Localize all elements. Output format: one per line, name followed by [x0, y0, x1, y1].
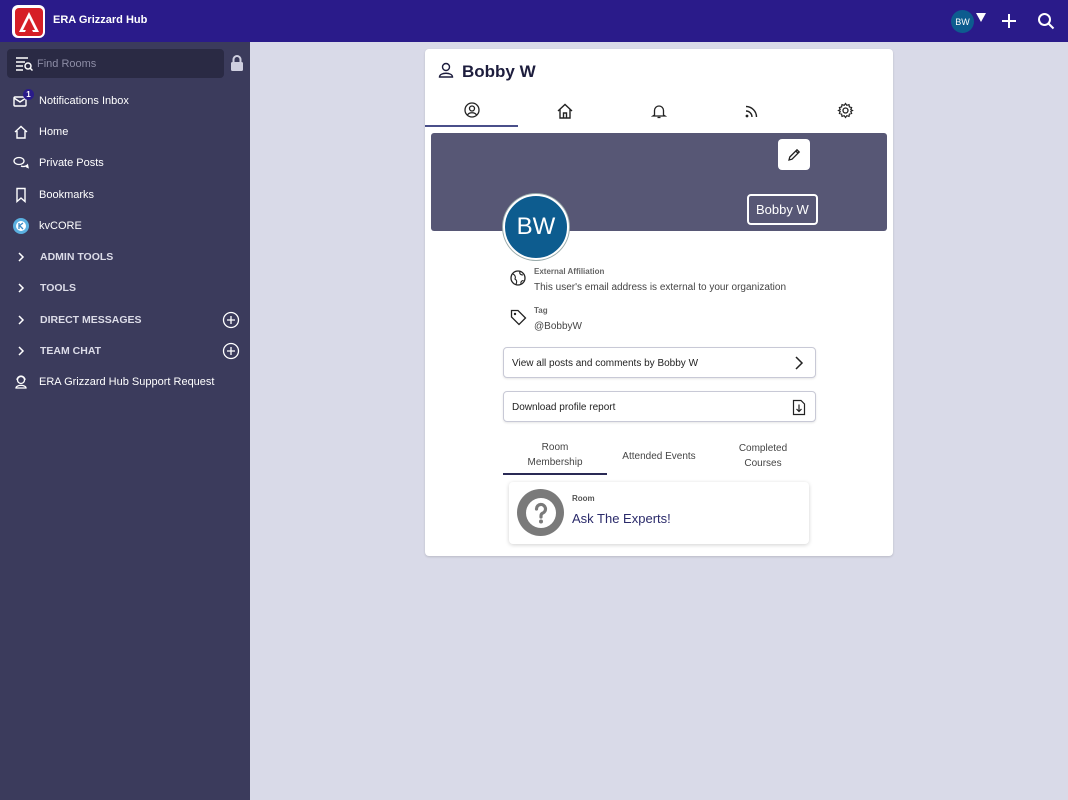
room-type-label: Room [572, 494, 595, 503]
download-report-button[interactable]: Download profile report [503, 391, 816, 422]
tab-profile[interactable] [425, 94, 518, 127]
chevron-right-icon [13, 343, 29, 359]
chevron-right-icon [792, 355, 806, 376]
profile-name: Bobby W [462, 62, 536, 81]
profile-card: Bobby W Bobby W BW External Affiliation … [425, 49, 893, 556]
sidebar-item-notifications[interactable]: 1 Notifications Inbox [0, 87, 250, 115]
sidebar-item-label: ADMIN TOOLS [40, 251, 114, 263]
plus-icon[interactable] [1000, 12, 1018, 35]
rss-icon [745, 105, 757, 117]
edit-profile-button[interactable] [778, 139, 810, 170]
sidebar-item-private-posts[interactable]: Private Posts [0, 149, 250, 177]
user-circle-icon [463, 101, 480, 118]
user-avatar[interactable]: BW [951, 10, 974, 33]
subtab-completed-courses[interactable]: Completed Courses [711, 437, 815, 475]
profile-banner: Bobby W [431, 133, 887, 231]
tag-label: Tag [534, 306, 548, 315]
name-chip: Bobby W [747, 194, 818, 225]
home-icon [13, 124, 29, 140]
user-icon [438, 62, 454, 83]
pencil-icon [788, 148, 801, 161]
bell-icon [650, 104, 667, 118]
bookmark-icon [13, 187, 29, 204]
profile-subtabs: Room Membership Attended Events Complete… [503, 437, 816, 475]
download-report-label: Download profile report [512, 402, 616, 413]
find-rooms-box [7, 49, 224, 78]
sidebar-section-admin-tools[interactable]: ADMIN TOOLS [0, 243, 250, 271]
sidebar-item-label: Bookmarks [39, 189, 95, 201]
lock-icon[interactable] [230, 55, 244, 76]
sidebar: 1 Notifications Inbox Home Private Posts… [0, 42, 250, 800]
subtab-room-membership[interactable]: Room Membership [503, 437, 607, 475]
add-circle-icon[interactable] [222, 311, 240, 332]
download-file-icon [792, 399, 806, 421]
help-icon [517, 489, 564, 536]
find-rooms-input[interactable] [37, 49, 217, 78]
support-agent-icon [13, 374, 29, 390]
sidebar-item-support-request[interactable]: ERA Grizzard Hub Support Request [0, 368, 250, 396]
profile-avatar: BW [503, 194, 569, 260]
room-name[interactable]: Ask The Experts! [572, 511, 671, 526]
sidebar-item-label: Home [39, 126, 69, 138]
sidebar-section-team-chat[interactable]: TEAM CHAT [0, 337, 250, 365]
sidebar-item-home[interactable]: Home [0, 118, 250, 146]
chevron-right-icon [13, 312, 29, 328]
globe-icon [510, 270, 526, 291]
search-icon[interactable] [1037, 12, 1055, 35]
home-icon [557, 103, 572, 119]
sidebar-section-tools[interactable]: TOOLS [0, 274, 250, 302]
affiliation-value: This user's email address is external to… [534, 282, 787, 293]
app-logo[interactable] [12, 5, 45, 38]
room-card[interactable]: Room Ask The Experts! [509, 482, 809, 544]
top-bar: ERA Grizzard Hub BW [0, 0, 1068, 42]
tab-feed[interactable] [705, 94, 798, 127]
sidebar-item-kvcore[interactable]: kvCORE [0, 212, 250, 240]
tag-icon [510, 309, 527, 331]
sidebar-item-label: kvCORE [39, 220, 82, 232]
sidebar-section-direct-messages[interactable]: DIRECT MESSAGES [0, 306, 250, 334]
filter-search-icon [15, 56, 34, 76]
tab-notifications[interactable] [612, 94, 705, 127]
notification-badge: 1 [23, 89, 34, 100]
chevron-right-icon [13, 280, 29, 296]
sidebar-item-label: DIRECT MESSAGES [40, 314, 142, 326]
sidebar-item-bookmarks[interactable]: Bookmarks [0, 181, 250, 209]
tab-settings[interactable] [799, 94, 892, 127]
kvcore-logo-icon [13, 218, 29, 234]
sidebar-item-label: ERA Grizzard Hub Support Request [39, 376, 215, 388]
view-posts-button[interactable]: View all posts and comments by Bobby W [503, 347, 816, 378]
add-circle-icon[interactable] [222, 342, 240, 363]
sidebar-item-label: Notifications Inbox [39, 95, 129, 107]
tab-home[interactable] [518, 94, 611, 127]
sidebar-item-label: TOOLS [40, 282, 76, 294]
view-posts-label: View all posts and comments by Bobby W [512, 358, 699, 369]
app-title: ERA Grizzard Hub [53, 14, 148, 26]
sidebar-item-label: TEAM CHAT [40, 345, 102, 357]
tag-value: @BobbyW [534, 321, 582, 332]
affiliation-label: External Affiliation [534, 267, 605, 276]
subtab-attended-events[interactable]: Attended Events [607, 437, 711, 475]
sidebar-item-label: Private Posts [39, 157, 104, 169]
chevron-down-icon[interactable] [976, 13, 986, 22]
chat-bubbles-icon [13, 155, 29, 171]
profile-tabs [425, 94, 893, 127]
chevron-right-icon [13, 249, 29, 265]
gear-icon [837, 102, 854, 119]
